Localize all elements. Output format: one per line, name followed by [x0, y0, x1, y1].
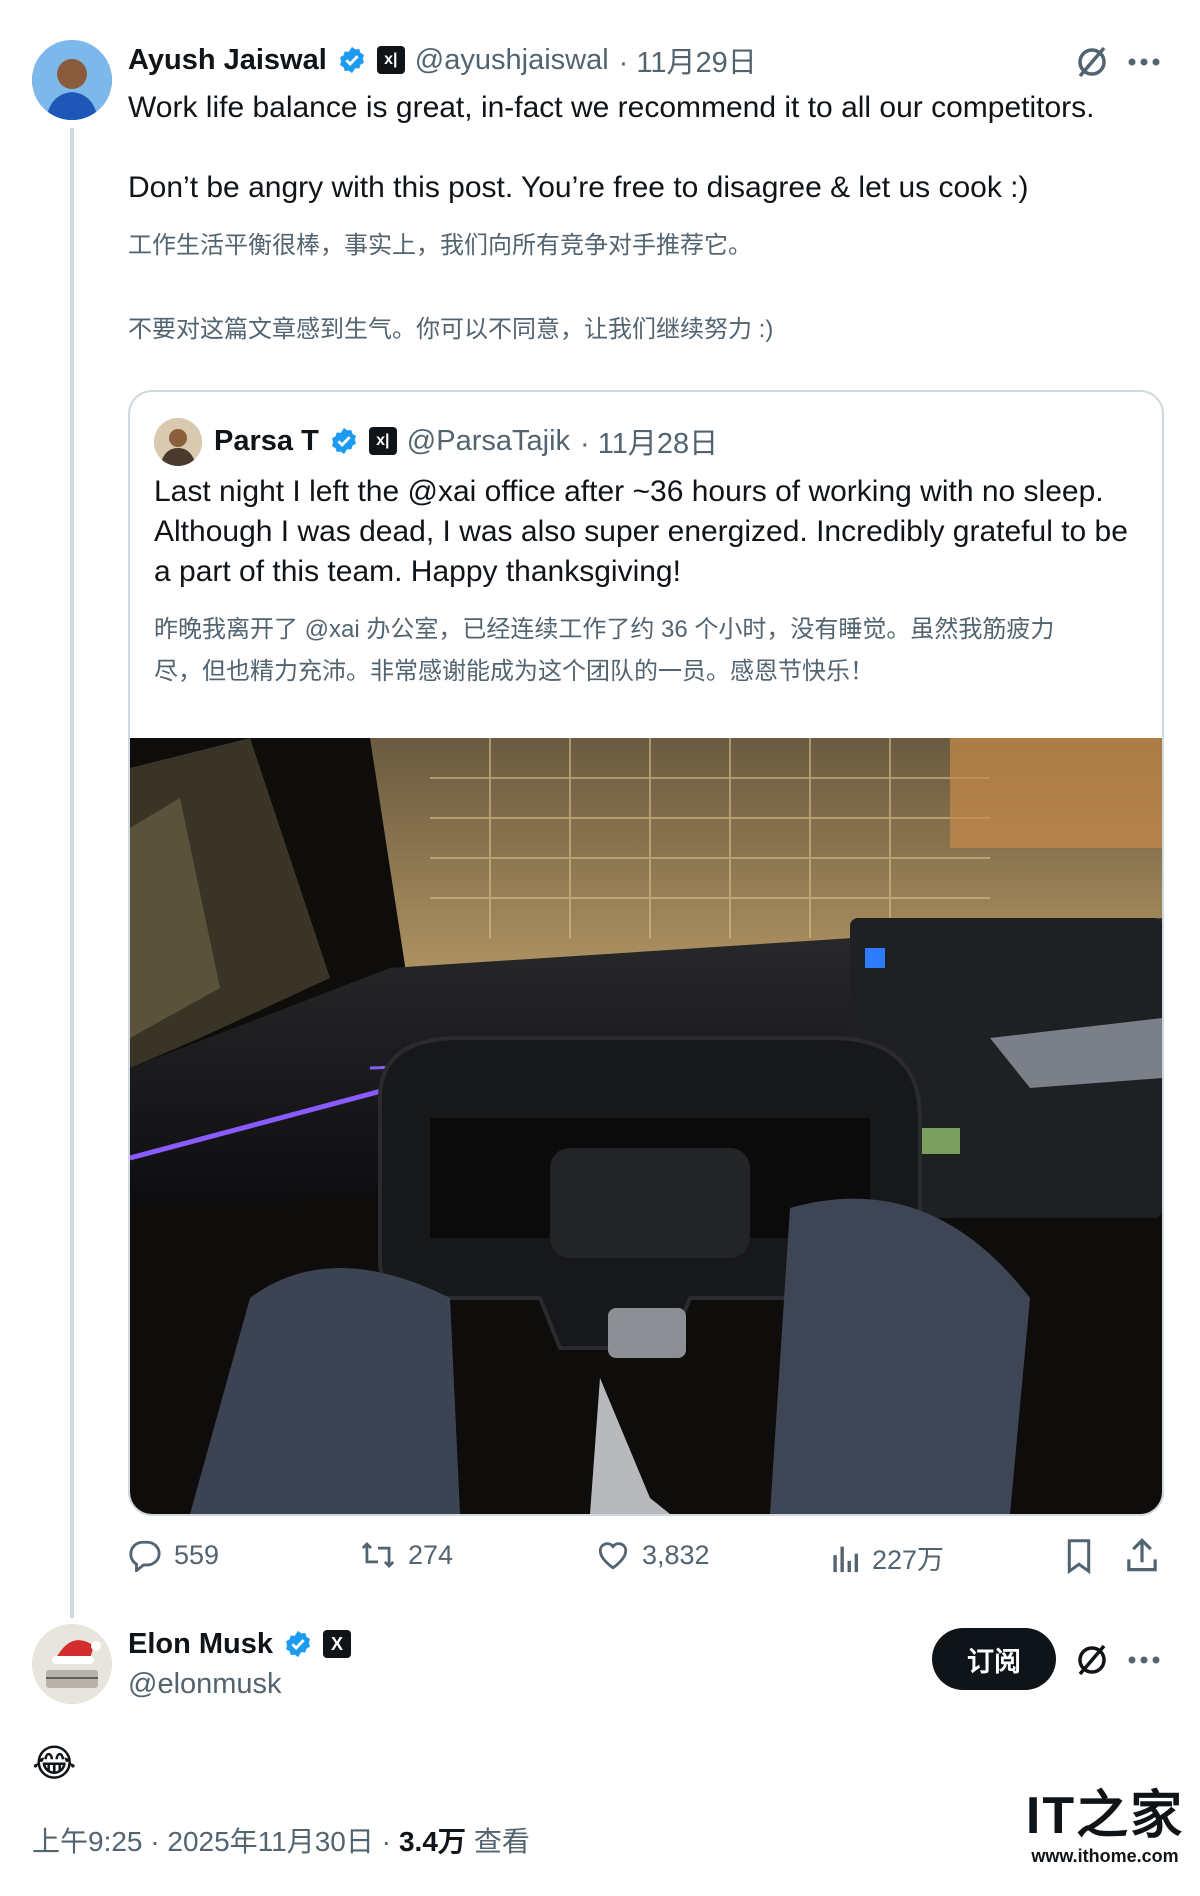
quote-text-zh-1: 昨晚我离开了 @xai 办公室，已经连续工作了约 36 个小时，没有睡觉。虽然我… — [154, 616, 1055, 643]
tweet-header: Ayush Jaiswal x| @ayushjaiswal · 11月29日 — [128, 40, 757, 80]
tweet-text-en-2: Don’t be angry with this post. You’re fr… — [128, 171, 1029, 204]
tweet-text-zh-2: 不要对这篇文章感到生气。你可以不同意，让我们继续努力 :) — [128, 316, 774, 343]
thread-line — [70, 128, 74, 1618]
watermark-logo: IT之家 — [1025, 1787, 1185, 1845]
quote-avatar[interactable] — [154, 418, 202, 466]
reply-views-count: 3.4万 — [398, 1826, 466, 1857]
avatar[interactable] — [32, 40, 112, 120]
subscribe-button[interactable]: 订阅 — [932, 1628, 1056, 1690]
reply-button[interactable]: 559 — [128, 1538, 219, 1572]
more-icon[interactable] — [1126, 48, 1162, 81]
x-affiliate-icon: X — [323, 1630, 352, 1658]
tweet-text-zh-1: 工作生活平衡很棒，事实上，我们向所有竞争对手推荐它。 — [128, 232, 752, 259]
retweet-button[interactable]: 274 — [360, 1538, 453, 1572]
ithome-watermark: IT之家 www.ithome.com — [1020, 1786, 1190, 1867]
quote-text-en: Last night I left the @xai office after … — [154, 475, 1128, 588]
views-count: 227万 — [872, 1545, 945, 1575]
tweet-text-en-1: Work life balance is great, in-fact we r… — [128, 91, 1095, 124]
x-affiliate-icon: x| — [376, 46, 405, 74]
reply-count: 559 — [174, 1539, 220, 1570]
quote-photo[interactable] — [130, 738, 1162, 1514]
like-button[interactable]: 3,832 — [596, 1538, 710, 1572]
reply-author-name[interactable]: Elon Musk — [128, 1628, 273, 1661]
quote-author-handle: @ParsaTajik — [406, 424, 571, 457]
reply-header: Elon Musk X — [128, 1624, 352, 1664]
more-icon[interactable] — [1126, 1646, 1162, 1679]
quote-tweet-card[interactable]: Parsa T x| @ParsaTajik · 11月28日 Last nig… — [128, 390, 1164, 1516]
retweet-count: 274 — [408, 1539, 454, 1570]
tweet-date[interactable]: · 11月29日 — [619, 39, 757, 81]
reply-avatar[interactable] — [32, 1624, 112, 1704]
share-icon[interactable] — [1124, 1536, 1160, 1579]
reply-icon — [128, 1538, 162, 1572]
like-icon — [596, 1538, 630, 1572]
quote-date: · 11月28日 — [580, 428, 719, 460]
reply-time[interactable]: 上午9:25 · 2025年11月30日 · — [32, 1820, 391, 1860]
quote-author-name[interactable]: Parsa T — [214, 425, 319, 458]
bookmark-icon[interactable] — [1062, 1538, 1096, 1579]
x-affiliate-icon: x| — [368, 427, 397, 455]
reply-content: 😂 — [32, 1743, 77, 1785]
verified-badge-icon — [337, 45, 367, 75]
views-button[interactable]: 227万 — [830, 1538, 944, 1577]
reply-views-label: 查看 — [473, 1826, 530, 1857]
grok-icon[interactable] — [1072, 42, 1112, 87]
like-count: 3,832 — [642, 1539, 710, 1570]
views-icon — [830, 1541, 860, 1575]
verified-badge-icon — [329, 426, 359, 456]
grok-icon[interactable] — [1072, 1640, 1112, 1685]
reply-author-handle[interactable]: @elonmusk — [128, 1668, 282, 1701]
reply-meta: 上午9:25 · 2025年11月30日 · 3.4万 查看 — [32, 1820, 530, 1860]
author-name[interactable]: Ayush Jaiswal — [128, 44, 327, 77]
author-handle[interactable]: @ayushjaiswal — [415, 44, 609, 77]
quote-text-zh-2: 尽，但也精力充沛。非常感谢能成为这个团队的一员。感恩节快乐！ — [154, 658, 874, 685]
verified-badge-icon — [283, 1629, 313, 1659]
watermark-url: www.ithome.com — [1031, 1846, 1179, 1866]
quote-header: Parsa T x| @ParsaTajik · 11月28日 — [214, 420, 718, 462]
retweet-icon — [360, 1538, 396, 1572]
